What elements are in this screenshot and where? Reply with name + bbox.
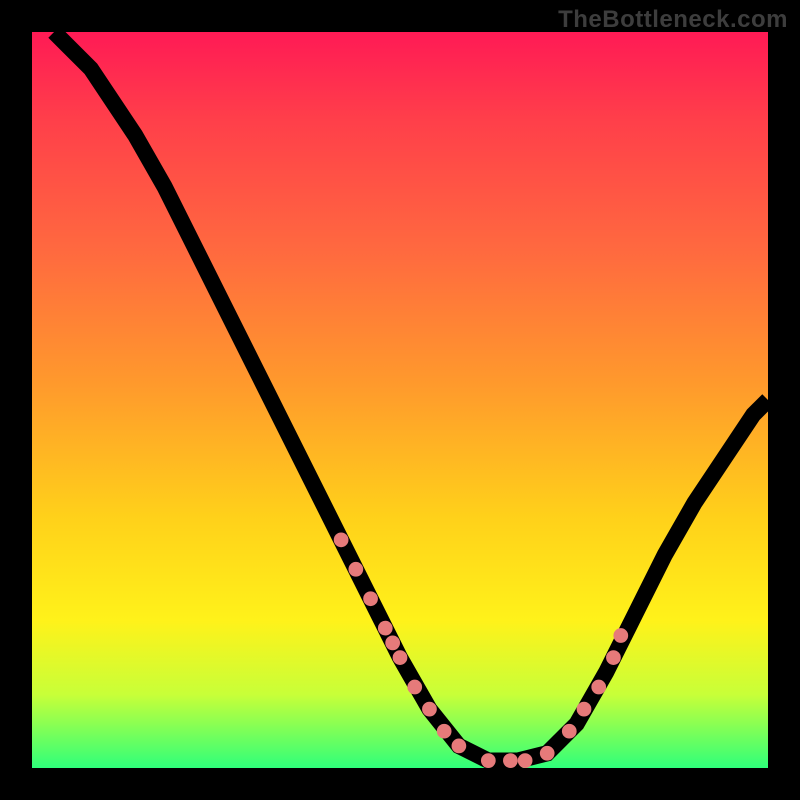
highlight-dot [577,702,592,717]
highlight-points [334,532,628,768]
highlight-dot [518,753,533,768]
highlight-dot [422,702,437,717]
highlight-dot [606,650,621,665]
highlight-dot [385,636,400,651]
highlight-dot [452,739,467,754]
highlight-dot [540,746,555,761]
highlight-dot [378,621,393,636]
highlight-dot [348,562,363,577]
highlight-dot [613,628,628,643]
highlight-dot [393,650,408,665]
bottleneck-curve [54,32,768,761]
plot-area [32,32,768,768]
highlight-dot [407,680,422,695]
highlight-dot [363,591,378,606]
watermark-text: TheBottleneck.com [558,6,788,34]
highlight-dot [481,753,496,768]
highlight-dot [503,753,518,768]
highlight-dot [334,532,349,547]
highlight-dot [437,724,452,739]
highlight-dot [562,724,577,739]
chart-frame: TheBottleneck.com [0,0,800,800]
highlight-dot [591,680,606,695]
curve-layer [32,32,768,768]
